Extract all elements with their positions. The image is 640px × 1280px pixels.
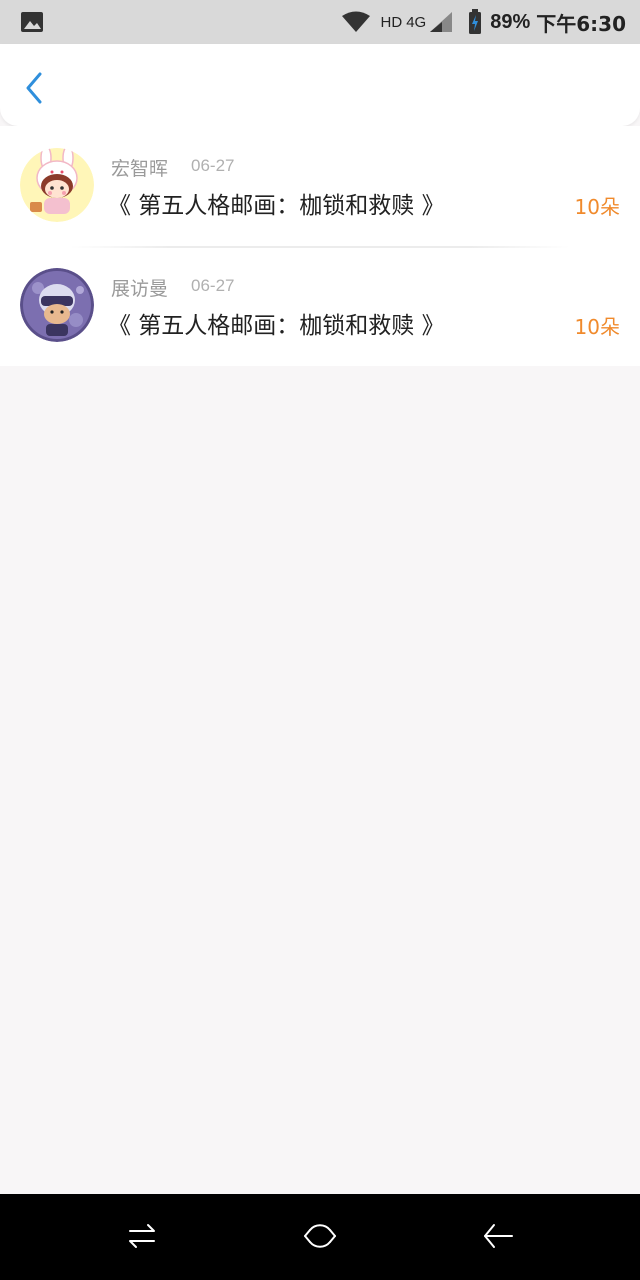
- navigation-bar: [0, 1194, 640, 1280]
- bunny-girl-avatar[interactable]: [20, 148, 94, 222]
- image-icon: [20, 11, 44, 33]
- signal-icon: [428, 10, 454, 34]
- date: 06-27: [191, 156, 235, 175]
- back-nav-button[interactable]: [474, 1214, 522, 1258]
- wifi-icon: [341, 11, 371, 33]
- battery-charging-icon: [468, 9, 482, 35]
- item-title: 《 第五人格邮画：枷锁和救赎 》: [108, 193, 445, 219]
- network-type: 4G: [406, 13, 427, 31]
- username: 宏智晖: [111, 158, 169, 180]
- back-icon: [481, 1220, 515, 1252]
- hd-indicator: HD: [380, 13, 403, 31]
- recent-apps-button[interactable]: [118, 1214, 166, 1258]
- masked-character-avatar[interactable]: [20, 268, 94, 342]
- status-bar: HD 4G 89% 下午6:30: [0, 0, 640, 44]
- header: [0, 44, 640, 126]
- battery-percentage: 89%: [490, 10, 531, 33]
- home-icon: [302, 1218, 338, 1254]
- back-button[interactable]: [16, 66, 52, 110]
- list-item[interactable]: 宏智晖 06-27 《 第五人格邮画：枷锁和救赎 》 10朵: [0, 126, 640, 246]
- username: 展访曼: [111, 278, 169, 300]
- recent-apps-icon: [126, 1220, 158, 1252]
- chevron-left-icon: [24, 72, 44, 104]
- home-button[interactable]: [296, 1214, 344, 1258]
- flower-count: 10朵: [574, 315, 620, 339]
- flower-count: 10朵: [574, 195, 620, 219]
- item-title: 《 第五人格邮画：枷锁和救赎 》: [108, 313, 445, 339]
- flower-list: 宏智晖 06-27 《 第五人格邮画：枷锁和救赎 》 10朵 展访曼 06-27…: [0, 126, 640, 366]
- list-item[interactable]: 展访曼 06-27 《 第五人格邮画：枷锁和救赎 》 10朵: [0, 246, 640, 366]
- clock: 下午6:30: [536, 11, 626, 36]
- date: 06-27: [191, 276, 235, 295]
